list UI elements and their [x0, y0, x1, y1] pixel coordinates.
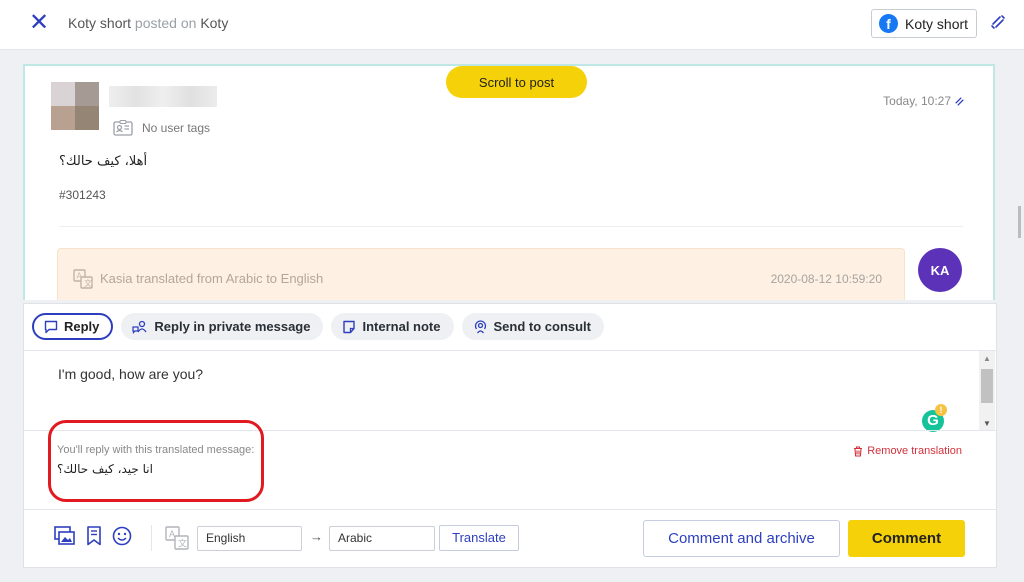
grammarly-icon[interactable]: G! [922, 404, 947, 432]
translate-button[interactable]: Translate [439, 525, 519, 551]
channel-badge[interactable]: f Koty short [871, 9, 977, 38]
user-avatar[interactable] [51, 82, 99, 130]
tab-send-to-consult-label: Send to consult [493, 319, 592, 334]
scrollbar-thumb[interactable] [981, 369, 993, 403]
reply-tabs: Reply Reply in private message Internal … [32, 313, 604, 340]
id-card-icon [113, 120, 133, 136]
arrow-right-icon: → [310, 529, 323, 544]
post-author: Koty short [68, 15, 132, 31]
top-bar: ✕ Koty short posted on Koty f Koty short [0, 0, 1024, 50]
message-id: #301243 [59, 188, 106, 202]
page-name: Koty [200, 15, 229, 31]
private-message-icon [132, 320, 147, 334]
remove-translation-button[interactable]: Remove translation [853, 445, 962, 457]
posted-on-text: posted on [134, 15, 197, 31]
divider [59, 226, 963, 227]
link-icon[interactable] [954, 96, 965, 107]
link-icon[interactable] [990, 14, 1006, 30]
reply-panel: Reply Reply in private message Internal … [23, 303, 997, 568]
post-time-text: Today, 10:27 [883, 94, 951, 108]
source-language-select[interactable]: English [197, 526, 302, 551]
user-tags[interactable]: No user tags [113, 120, 210, 136]
tab-internal-note-label: Internal note [362, 319, 441, 334]
user-tags-label: No user tags [142, 121, 211, 135]
image-gallery-icon[interactable] [54, 526, 76, 546]
tab-private-message[interactable]: Reply in private message [121, 313, 324, 340]
translation-note-text: Kasia translated from Arabic to English [100, 271, 324, 286]
facebook-icon: f [879, 14, 898, 33]
tab-reply[interactable]: Reply [32, 313, 114, 340]
scroll-up-icon[interactable]: ▲ [983, 354, 991, 363]
svg-text:A: A [77, 272, 83, 281]
svg-text:A: A [169, 529, 175, 539]
close-icon[interactable]: ✕ [28, 11, 50, 35]
translate-icon: A 文 [73, 269, 93, 289]
divider [24, 350, 996, 351]
note-icon [343, 320, 356, 333]
divider [151, 525, 152, 551]
comment-icon [44, 320, 58, 333]
tab-reply-label: Reply [64, 319, 100, 334]
agent-avatar[interactable]: KA [918, 248, 962, 292]
editor-scrollbar[interactable]: ▲ ▼ [979, 351, 995, 431]
divider [24, 509, 996, 510]
scroll-down-icon[interactable]: ▼ [983, 419, 991, 428]
tab-send-to-consult[interactable]: Send to consult [461, 313, 604, 340]
target-language-select[interactable]: Arabic [329, 526, 435, 551]
post-card: No user tags Today, 10:27 أهلا، كيف حالك… [23, 64, 995, 300]
user-name-blurred [109, 86, 217, 107]
tab-internal-note[interactable]: Internal note [331, 313, 454, 340]
post-message: أهلا، كيف حالك؟ [59, 154, 148, 169]
trash-icon [854, 445, 863, 457]
tab-private-message-label: Reply in private message [154, 319, 311, 334]
svg-text:文: 文 [178, 538, 187, 550]
comment-button[interactable]: Comment [848, 520, 965, 557]
translation-note: A 文 Kasia translated from Arabic to Engl… [57, 248, 905, 300]
comment-and-archive-button[interactable]: Comment and archive [643, 520, 840, 557]
channel-label: Koty short [905, 15, 969, 32]
svg-text:文: 文 [84, 278, 92, 288]
consult-icon [474, 320, 486, 334]
post-time: Today, 10:27 [883, 94, 965, 108]
page-title: Koty short posted on Koty [68, 15, 228, 31]
scroll-to-post-button[interactable]: Scroll to post [446, 66, 587, 98]
attachment-toolbar [54, 526, 132, 546]
remove-translation-label: Remove translation [867, 445, 962, 457]
warning-icon: ! [935, 404, 947, 416]
translation-date: 2020-08-12 10:59:20 [770, 272, 882, 286]
translate-icon[interactable]: A 文 [165, 526, 189, 550]
bookmark-icon[interactable] [86, 526, 102, 546]
emoji-icon[interactable] [112, 526, 132, 546]
reply-input[interactable]: I'm good, how are you? [58, 366, 203, 382]
highlight-annotation [48, 420, 264, 502]
page-scrollbar[interactable] [1018, 206, 1021, 238]
